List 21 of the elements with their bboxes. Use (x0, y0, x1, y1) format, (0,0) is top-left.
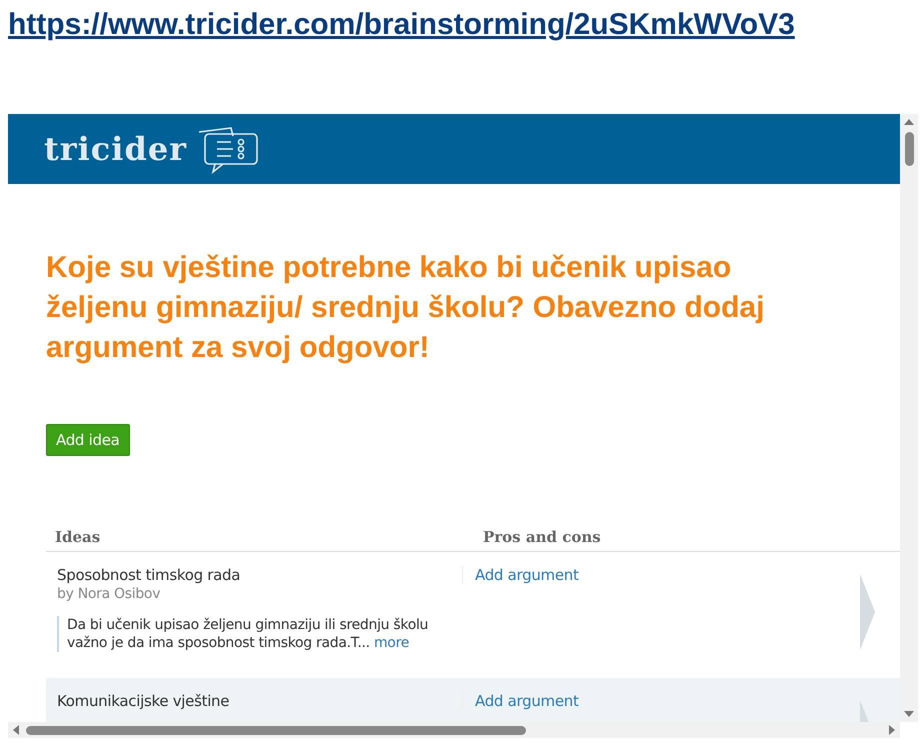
add-argument-link[interactable]: Add argument (462, 566, 579, 584)
column-header: Ideas (54, 528, 100, 546)
scroll-thumb[interactable] (904, 132, 914, 166)
column-header: Pros and cons (482, 528, 601, 546)
idea-description: Da bi učenik upisao željenu gimnaziju ili srednju školu važno je da ima sposobnost timskog rada.T... more (57, 616, 454, 652)
scroll-up-icon[interactable] (904, 118, 914, 126)
idea-title: Komunikacijske vještine (57, 692, 230, 710)
scroll-down-icon[interactable] (904, 710, 914, 718)
idea-author: by Nora Osibov (57, 586, 160, 602)
logo[interactable]: tricider (44, 130, 188, 168)
scroll-right-icon[interactable] (888, 725, 896, 735)
page-link[interactable]: https://www.tricider.com/brainstorming/2uSKmkWVoV3 (8, 8, 795, 42)
idea-title: Sposobnost timskog rada (57, 566, 240, 584)
question-heading: Koje su vještine potrebne kako bi učenik upisao željenu gimnaziju/ srednju školu? Obavezno dodaj argument za svoj odgovor! (46, 250, 766, 366)
more-link[interactable]: more (374, 635, 410, 651)
horizontal-scrollbar[interactable] (8, 722, 900, 738)
scroll-thumb[interactable] (26, 726, 526, 734)
add-argument-link[interactable]: Add argument (462, 692, 579, 710)
scroll-left-icon[interactable] (12, 725, 20, 735)
add-idea-button[interactable]: Add idea (46, 424, 130, 456)
vertical-scrollbar[interactable] (900, 114, 918, 722)
